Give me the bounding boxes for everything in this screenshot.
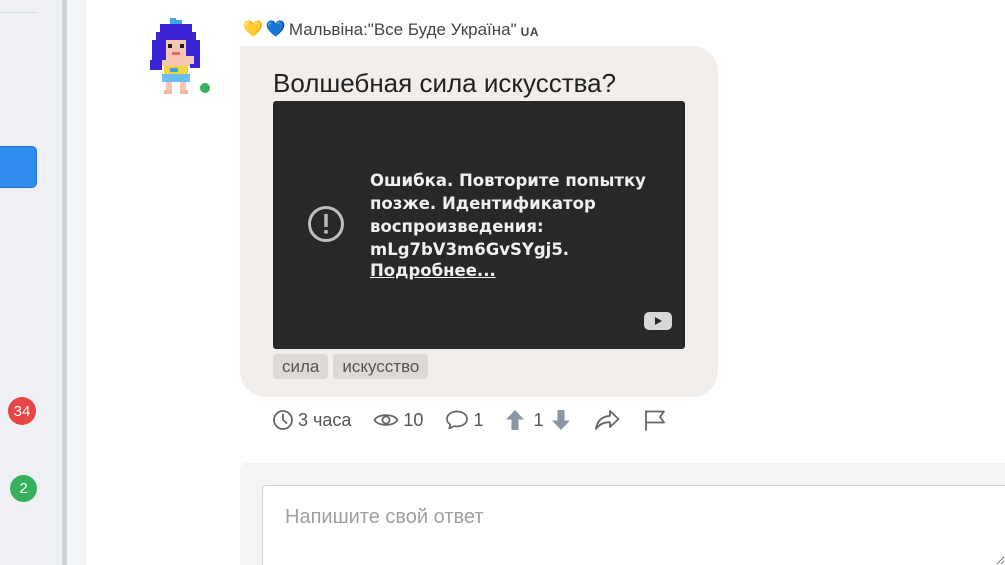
post-actions: 3 часа 10 1 1 — [272, 406, 689, 434]
post-title: Волшебная сила искусства? — [273, 68, 617, 98]
yellow-heart-icon: 💛 — [243, 21, 263, 38]
user-avatar[interactable] — [148, 18, 204, 94]
report-button[interactable] — [643, 408, 667, 432]
video-error-more-link[interactable]: Подробнее... — [370, 261, 496, 280]
post-views-count: 10 — [403, 409, 424, 430]
alert-circle-icon — [308, 206, 344, 242]
messages-badge[interactable]: 2 — [10, 475, 37, 502]
sidebar-divider — [0, 12, 38, 13]
clock-icon — [273, 410, 293, 430]
speech-bubble-icon — [446, 410, 469, 430]
author-suffix: UA — [520, 24, 539, 39]
post-voting: 1 — [505, 409, 571, 431]
author-name[interactable]: Мальвіна:"Все Буде Україна" — [289, 20, 517, 40]
post-views: 10 — [373, 410, 423, 431]
post-time: 3 часа — [272, 409, 351, 431]
page-gutter — [67, 0, 86, 565]
post-author[interactable]: 💛 💙 Мальвіна:"Все Буде Україна" UA — [243, 19, 539, 41]
online-status-dot — [198, 81, 212, 95]
reply-section — [240, 463, 1005, 565]
reply-input[interactable] — [262, 485, 1005, 565]
flag-icon[interactable] — [643, 408, 667, 432]
share-button[interactable] — [593, 408, 621, 432]
tag-sila[interactable]: сила — [273, 354, 329, 379]
video-player[interactable]: Ошибка. Повторите попытку позже. Идентиф… — [273, 101, 685, 349]
comments-button[interactable]: 1 — [445, 409, 483, 431]
post-bubble: Волшебная сила искусства? Ошибка. Повтор… — [240, 46, 718, 397]
share-arrow-icon[interactable] — [593, 408, 621, 432]
youtube-logo-icon[interactable] — [643, 311, 673, 331]
notification-badge[interactable]: 34 — [8, 397, 36, 425]
arrow-down-icon[interactable] — [551, 409, 571, 431]
vote-count: 1 — [533, 409, 544, 430]
comments-count: 1 — [473, 409, 484, 430]
tag-iskusstvo[interactable]: искусство — [333, 354, 429, 379]
eye-icon — [373, 414, 399, 426]
video-error-message: Ошибка. Повторите попытку позже. Идентиф… — [370, 171, 646, 259]
post-time-label: 3 часа — [298, 409, 352, 430]
left-sidebar: 34 2 — [0, 0, 62, 565]
post-tags: сила искусство — [273, 354, 429, 379]
sidebar-active-item[interactable] — [0, 146, 37, 188]
blue-heart-icon: 💙 — [265, 21, 286, 38]
arrow-up-icon[interactable] — [505, 409, 525, 431]
